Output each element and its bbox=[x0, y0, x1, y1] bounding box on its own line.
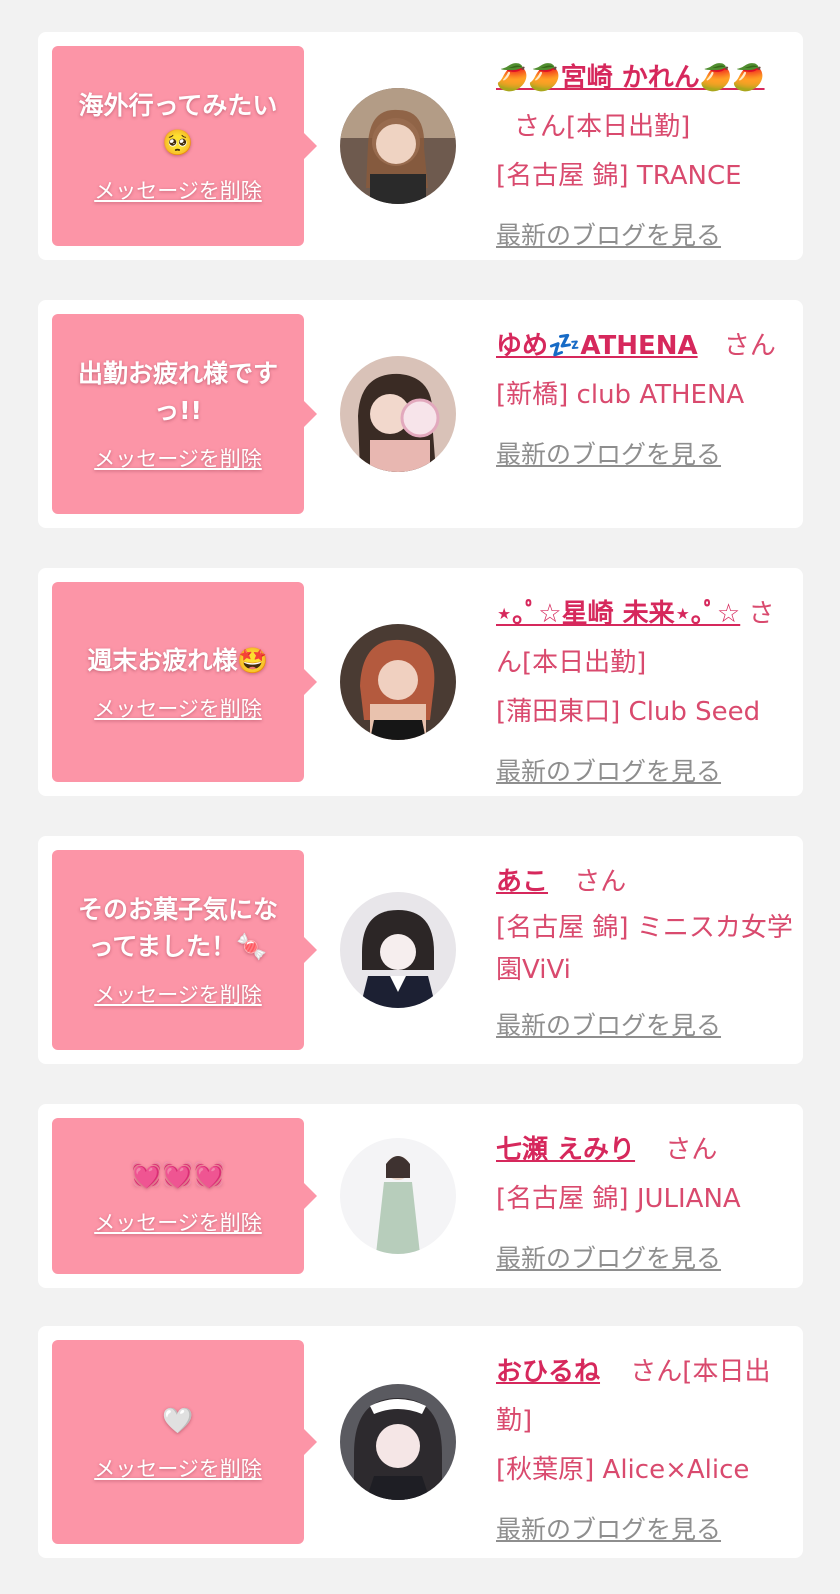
shop-name: [名古屋 錦] JULIANA bbox=[496, 1184, 741, 1214]
message-card: 海外行ってみたい🥺 メッセージを削除 🥭🥭宮崎 かれん🥭🥭 さん[本日出勤] [… bbox=[38, 32, 803, 260]
message-bubble: 海外行ってみたい🥺 メッセージを削除 bbox=[52, 46, 317, 246]
cast-avatar[interactable] bbox=[340, 1138, 456, 1254]
blog-link[interactable]: 最新のブログを見る bbox=[496, 211, 796, 260]
message-card: 🤍 メッセージを削除 おひるね さん[本日出勤] [秋葉原] Alice×Ali… bbox=[38, 1326, 803, 1558]
shop-name: [新橋] club ATHENA bbox=[496, 380, 745, 410]
cast-info: おひるね さん[本日出勤] [秋葉原] Alice×Alice 最新のブログを見… bbox=[496, 1348, 796, 1554]
message-text: そのお菓子気になってました！🍬 bbox=[77, 895, 278, 961]
cast-avatar[interactable] bbox=[340, 624, 456, 740]
honorific: さん bbox=[630, 1357, 683, 1387]
cast-info: ⋆｡ﾟ☆星崎 未来⋆｡ﾟ☆ さん[本日出勤] [蒲田東口] Club Seed … bbox=[496, 590, 796, 796]
cast-info: 🥭🥭宮崎 かれん🥭🥭 さん[本日出勤] [名古屋 錦] TRANCE 最新のブロ… bbox=[496, 54, 796, 260]
message-list: 海外行ってみたい🥺 メッセージを削除 🥭🥭宮崎 かれん🥭🥭 さん[本日出勤] [… bbox=[0, 0, 840, 1594]
message-bubble: 週末お疲れ様🤩 メッセージを削除 bbox=[52, 582, 317, 782]
cast-avatar[interactable] bbox=[340, 88, 456, 204]
avatar-photo-icon bbox=[340, 1384, 456, 1500]
delete-message-link[interactable]: メッセージを削除 bbox=[94, 1207, 262, 1237]
message-card: 出勤お疲れ様ですっ!! メッセージを削除 ゆめ💤ATHENA さん [新橋] c… bbox=[38, 300, 803, 528]
cast-name-link[interactable]: 七瀬 えみり bbox=[496, 1135, 635, 1165]
avatar-photo-icon bbox=[340, 1138, 456, 1254]
attendance-status: [本日出勤] bbox=[566, 112, 691, 142]
shop-name: [名古屋 錦] TRANCE bbox=[496, 161, 742, 191]
delete-message-link[interactable]: メッセージを削除 bbox=[94, 979, 262, 1009]
cast-name-link[interactable]: ゆめ💤ATHENA bbox=[496, 331, 698, 361]
message-text: 💓💓💓 bbox=[131, 1159, 225, 1189]
attendance-status: [本日出勤] bbox=[522, 648, 647, 678]
message-text: 出勤お疲れ様ですっ!! bbox=[77, 359, 278, 425]
message-text: 週末お疲れ様🤩 bbox=[87, 645, 269, 675]
cast-info: あこ さん [名古屋 錦] ミニスカ女学園ViVi 最新のブログを見る bbox=[496, 858, 796, 1050]
shop-name: [秋葉原] Alice×Alice bbox=[496, 1455, 750, 1485]
message-bubble: 出勤お疲れ様ですっ!! メッセージを削除 bbox=[52, 314, 317, 514]
blog-link[interactable]: 最新のブログを見る bbox=[496, 1001, 796, 1050]
cast-info: ゆめ💤ATHENA さん [新橋] club ATHENA 最新のブログを見る bbox=[496, 322, 796, 479]
cast-name-link[interactable]: おひるね bbox=[496, 1357, 600, 1387]
avatar-photo-icon bbox=[340, 892, 456, 1008]
message-card: 週末お疲れ様🤩 メッセージを削除 ⋆｡ﾟ☆星崎 未来⋆｡ﾟ☆ さん[本日出勤] … bbox=[38, 568, 803, 796]
cast-name-link[interactable]: 🥭🥭宮崎 かれん🥭🥭 bbox=[496, 63, 765, 93]
cast-avatar[interactable] bbox=[340, 892, 456, 1008]
message-card: そのお菓子気になってました！🍬 メッセージを削除 あこ さん [名古屋 錦] ミ… bbox=[38, 836, 803, 1064]
shop-name: [名古屋 錦] ミニスカ女学園ViVi bbox=[496, 913, 793, 985]
message-bubble: 💓💓💓 メッセージを削除 bbox=[52, 1118, 317, 1274]
delete-message-link[interactable]: メッセージを削除 bbox=[94, 175, 262, 205]
avatar-photo-icon bbox=[340, 88, 456, 204]
honorific: さん bbox=[723, 331, 776, 361]
message-bubble: 🤍 メッセージを削除 bbox=[52, 1340, 317, 1544]
delete-message-link[interactable]: メッセージを削除 bbox=[94, 1453, 262, 1483]
cast-name-link[interactable]: ⋆｡ﾟ☆星崎 未来⋆｡ﾟ☆ bbox=[496, 599, 740, 629]
message-text: 海外行ってみたい🥺 bbox=[78, 91, 278, 157]
cast-info: 七瀬 えみり さん [名古屋 錦] JULIANA 最新のブログを見る bbox=[496, 1126, 796, 1283]
avatar-photo-icon bbox=[340, 624, 456, 740]
blog-link[interactable]: 最新のブログを見る bbox=[496, 1505, 796, 1554]
blog-link[interactable]: 最新のブログを見る bbox=[496, 747, 796, 796]
delete-message-link[interactable]: メッセージを削除 bbox=[94, 693, 262, 723]
cast-avatar[interactable] bbox=[340, 1384, 456, 1500]
honorific: さん bbox=[514, 112, 567, 142]
blog-link[interactable]: 最新のブログを見る bbox=[496, 430, 796, 479]
delete-message-link[interactable]: メッセージを削除 bbox=[94, 443, 262, 473]
cast-avatar[interactable] bbox=[340, 356, 456, 472]
shop-name: [蒲田東口] Club Seed bbox=[496, 697, 761, 727]
honorific: さん bbox=[574, 867, 627, 897]
message-card: 💓💓💓 メッセージを削除 七瀬 えみり さん [名古屋 錦] JULIANA 最… bbox=[38, 1104, 803, 1288]
cast-name-link[interactable]: あこ bbox=[496, 867, 548, 897]
blog-link[interactable]: 最新のブログを見る bbox=[496, 1234, 796, 1283]
avatar-photo-icon bbox=[340, 356, 456, 472]
message-text: 🤍 bbox=[162, 1405, 194, 1435]
honorific: さん bbox=[665, 1135, 718, 1165]
message-bubble: そのお菓子気になってました！🍬 メッセージを削除 bbox=[52, 850, 317, 1050]
